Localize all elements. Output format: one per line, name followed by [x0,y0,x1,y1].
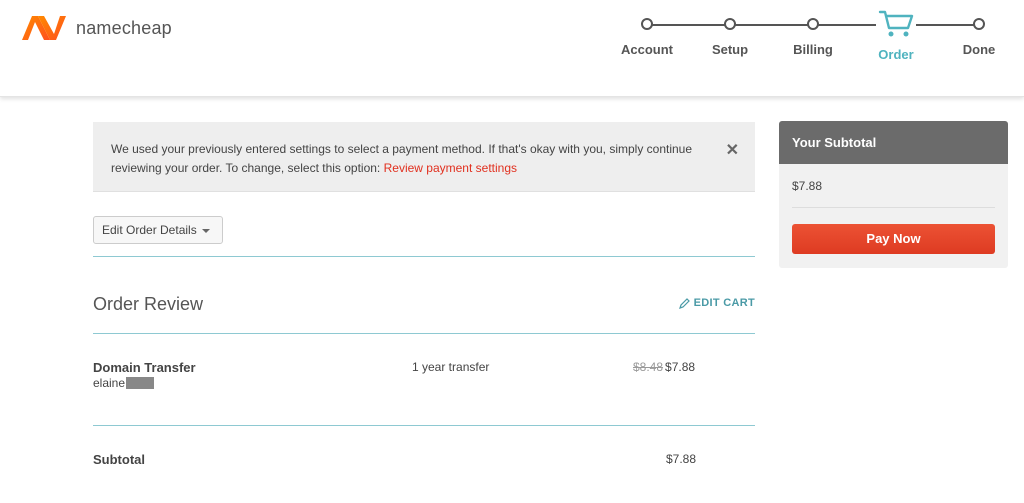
logo-text: namecheap [76,17,172,38]
edit-order-details-dropdown[interactable]: Edit Order Details [93,216,223,244]
edit-order-label: Edit Order Details [102,223,197,237]
namecheap-logo-icon [22,16,66,40]
divider [93,256,755,257]
subtotal-label: Subtotal [93,452,145,467]
divider [93,425,755,426]
subtotal-sidebar: Your Subtotal $7.88 Pay Now [779,121,1008,268]
item-domain-text: elaine [93,376,126,390]
step-done: Done [937,12,1021,57]
checkout-progress: Account Setup Billing Order Done [605,10,1005,72]
edit-cart-label: EDIT CART [693,297,755,309]
cart-icon [876,10,916,38]
order-review-title: Order Review [93,294,204,314]
item-term: 1 year transfer [412,360,490,374]
step-dot [973,18,985,30]
review-payment-settings-link[interactable]: Review payment settings [384,161,517,175]
sidebar-amount: $7.88 [792,179,823,193]
redacted-block [126,377,155,389]
site-header: namecheap Account Setup Billing Order Do… [0,0,1024,97]
step-label: Setup [711,42,749,57]
edit-cart-link[interactable]: EDIT CART [678,297,755,309]
subtotal-value: $7.88 [666,452,697,466]
step-setup: Setup [688,12,772,57]
item-new-price: $7.88 [665,360,696,374]
namecheap-logo[interactable]: namecheap [20,14,172,42]
payment-notice: We used your previously entered settings… [93,122,755,192]
step-order: Order [854,10,938,62]
step-dot [641,18,653,30]
step-label: Account [621,42,673,57]
item-price: $8.48 $7.88 [633,360,695,374]
step-label: Billing [793,42,833,57]
pay-now-button[interactable]: Pay Now [792,224,995,254]
step-dot [807,18,819,30]
pencil-icon [678,297,690,309]
step-billing: Billing [771,12,855,57]
step-dot [724,18,736,30]
chevron-down-icon [202,229,210,233]
item-name: Domain Transfer [93,360,196,375]
step-label: Order [878,47,914,62]
divider [792,207,995,208]
item-old-price: $8.48 [633,360,664,374]
divider [93,333,755,334]
close-icon[interactable]: ✕ [726,140,739,160]
step-label: Done [962,42,996,57]
item-domain: elaine [93,376,155,390]
step-account: Account [605,12,689,57]
notice-text: We used your previously entered settings… [111,140,711,178]
sidebar-title: Your Subtotal [779,121,1008,164]
